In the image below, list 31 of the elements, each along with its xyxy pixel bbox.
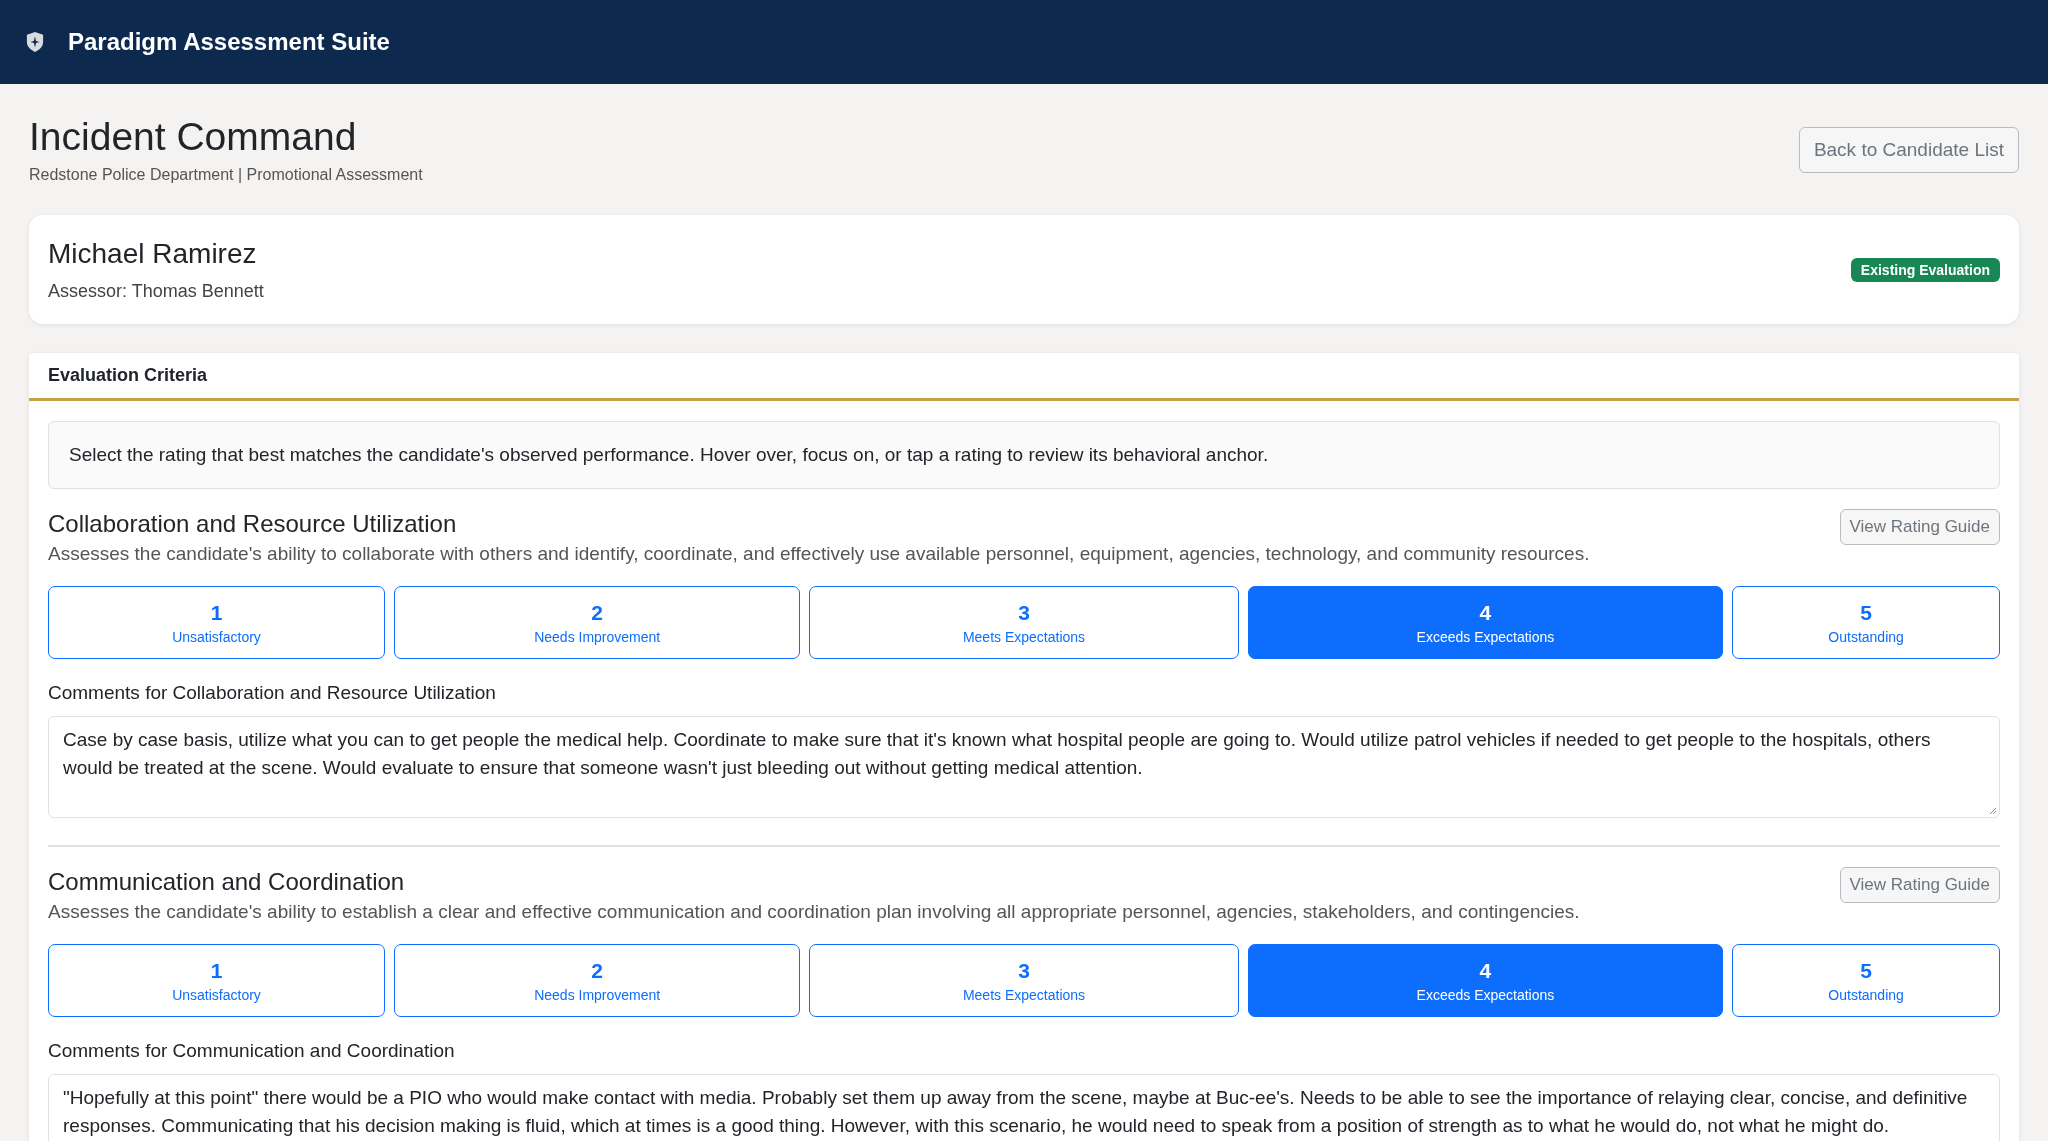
instructions-text: Select the rating that best matches the candidate's observed performance. Hover over, focus on, or tap a rating to review its behavioral anchor. [69,444,1269,465]
rating-option[interactable]: 1 Unsatisfactory [48,944,386,1017]
page-subtitle: Redstone Police Department | Promotional Assessment [29,166,423,184]
criterion-description: Assesses the candidate's ability to collaborate with others and identify, coordinate, and effectively use available personnel, equipment, agencies, technology, and community resources. [48,543,1590,565]
rating-option[interactable]: 5 Outstanding [1732,586,2000,659]
rating-option[interactable]: 2 Needs Improvement [394,586,801,659]
comments-label: Comments for Communication and Coordination [48,1040,456,1062]
rating-guide-button[interactable]: View Rating Guide [1839,509,2000,545]
app-title: Paradigm Assessment Suite [68,28,390,56]
criterion-title: Communication and Coordination [48,867,406,897]
status-badge: Existing Evaluation [1850,257,2000,282]
rating-option[interactable]: 3 Meets Expectations [809,944,1239,1017]
page-title: Incident Command [29,114,358,160]
rating-guide-button[interactable]: View Rating Guide [1839,867,2000,903]
resize-grip-icon[interactable] [1989,807,1997,815]
rating-option[interactable]: 2 Needs Improvement [394,944,801,1017]
rating-option[interactable]: 4 Exceeds Expectations [1247,944,1724,1017]
candidate-name: Michael Ramirez [48,237,258,271]
criterion-description: Assesses the candidate's ability to establish a clear and effective communication and coordination plan involving all appropriate personnel, agencies, stakeholders, and contingencies. [48,901,1580,923]
shield-icon [26,31,44,53]
comments-label: Comments for Collaboration and Resource Utilization [48,682,497,704]
panel-title: Evaluation Criteria [48,365,208,385]
rating-option[interactable]: 1 Unsatisfactory [48,586,386,659]
back-button[interactable]: Back to Candidate List [1798,127,2019,173]
comments-field[interactable]: "Hopefully at this point" there would be a PIO who would make contact with media. Probably set them up away from the scene, maybe at Buc-ee's. Needs to be able to see the importance of relaying clear, concise, and definitive responses. Communicating that his decision making is fluid, which at times is a good thing. However, with this scenario, he would need to speak from a position of strength as to what he would do, not what he might do. [48,1074,2000,1141]
rating-option[interactable]: 5 Outstanding [1732,944,2000,1017]
rating-option[interactable]: 3 Meets Expectations [809,586,1239,659]
rating-option[interactable]: 4 Exceeds Expectations [1247,586,1724,659]
assessor-name: Assessor: Thomas Bennett [48,281,264,302]
criterion-title: Collaboration and Resource Utilization [48,509,458,539]
comments-field[interactable]: Case by case basis, utilize what you can to get people the medical help. Coordinate to make sure that it's known what hospital people are going to. Would utilize patrol vehicles if needed to get people to the hospitals, others would be treated at the scene. Would evaluate to ensure that someone wasn't just bleeding out without getting medical attention. [48,716,2000,818]
